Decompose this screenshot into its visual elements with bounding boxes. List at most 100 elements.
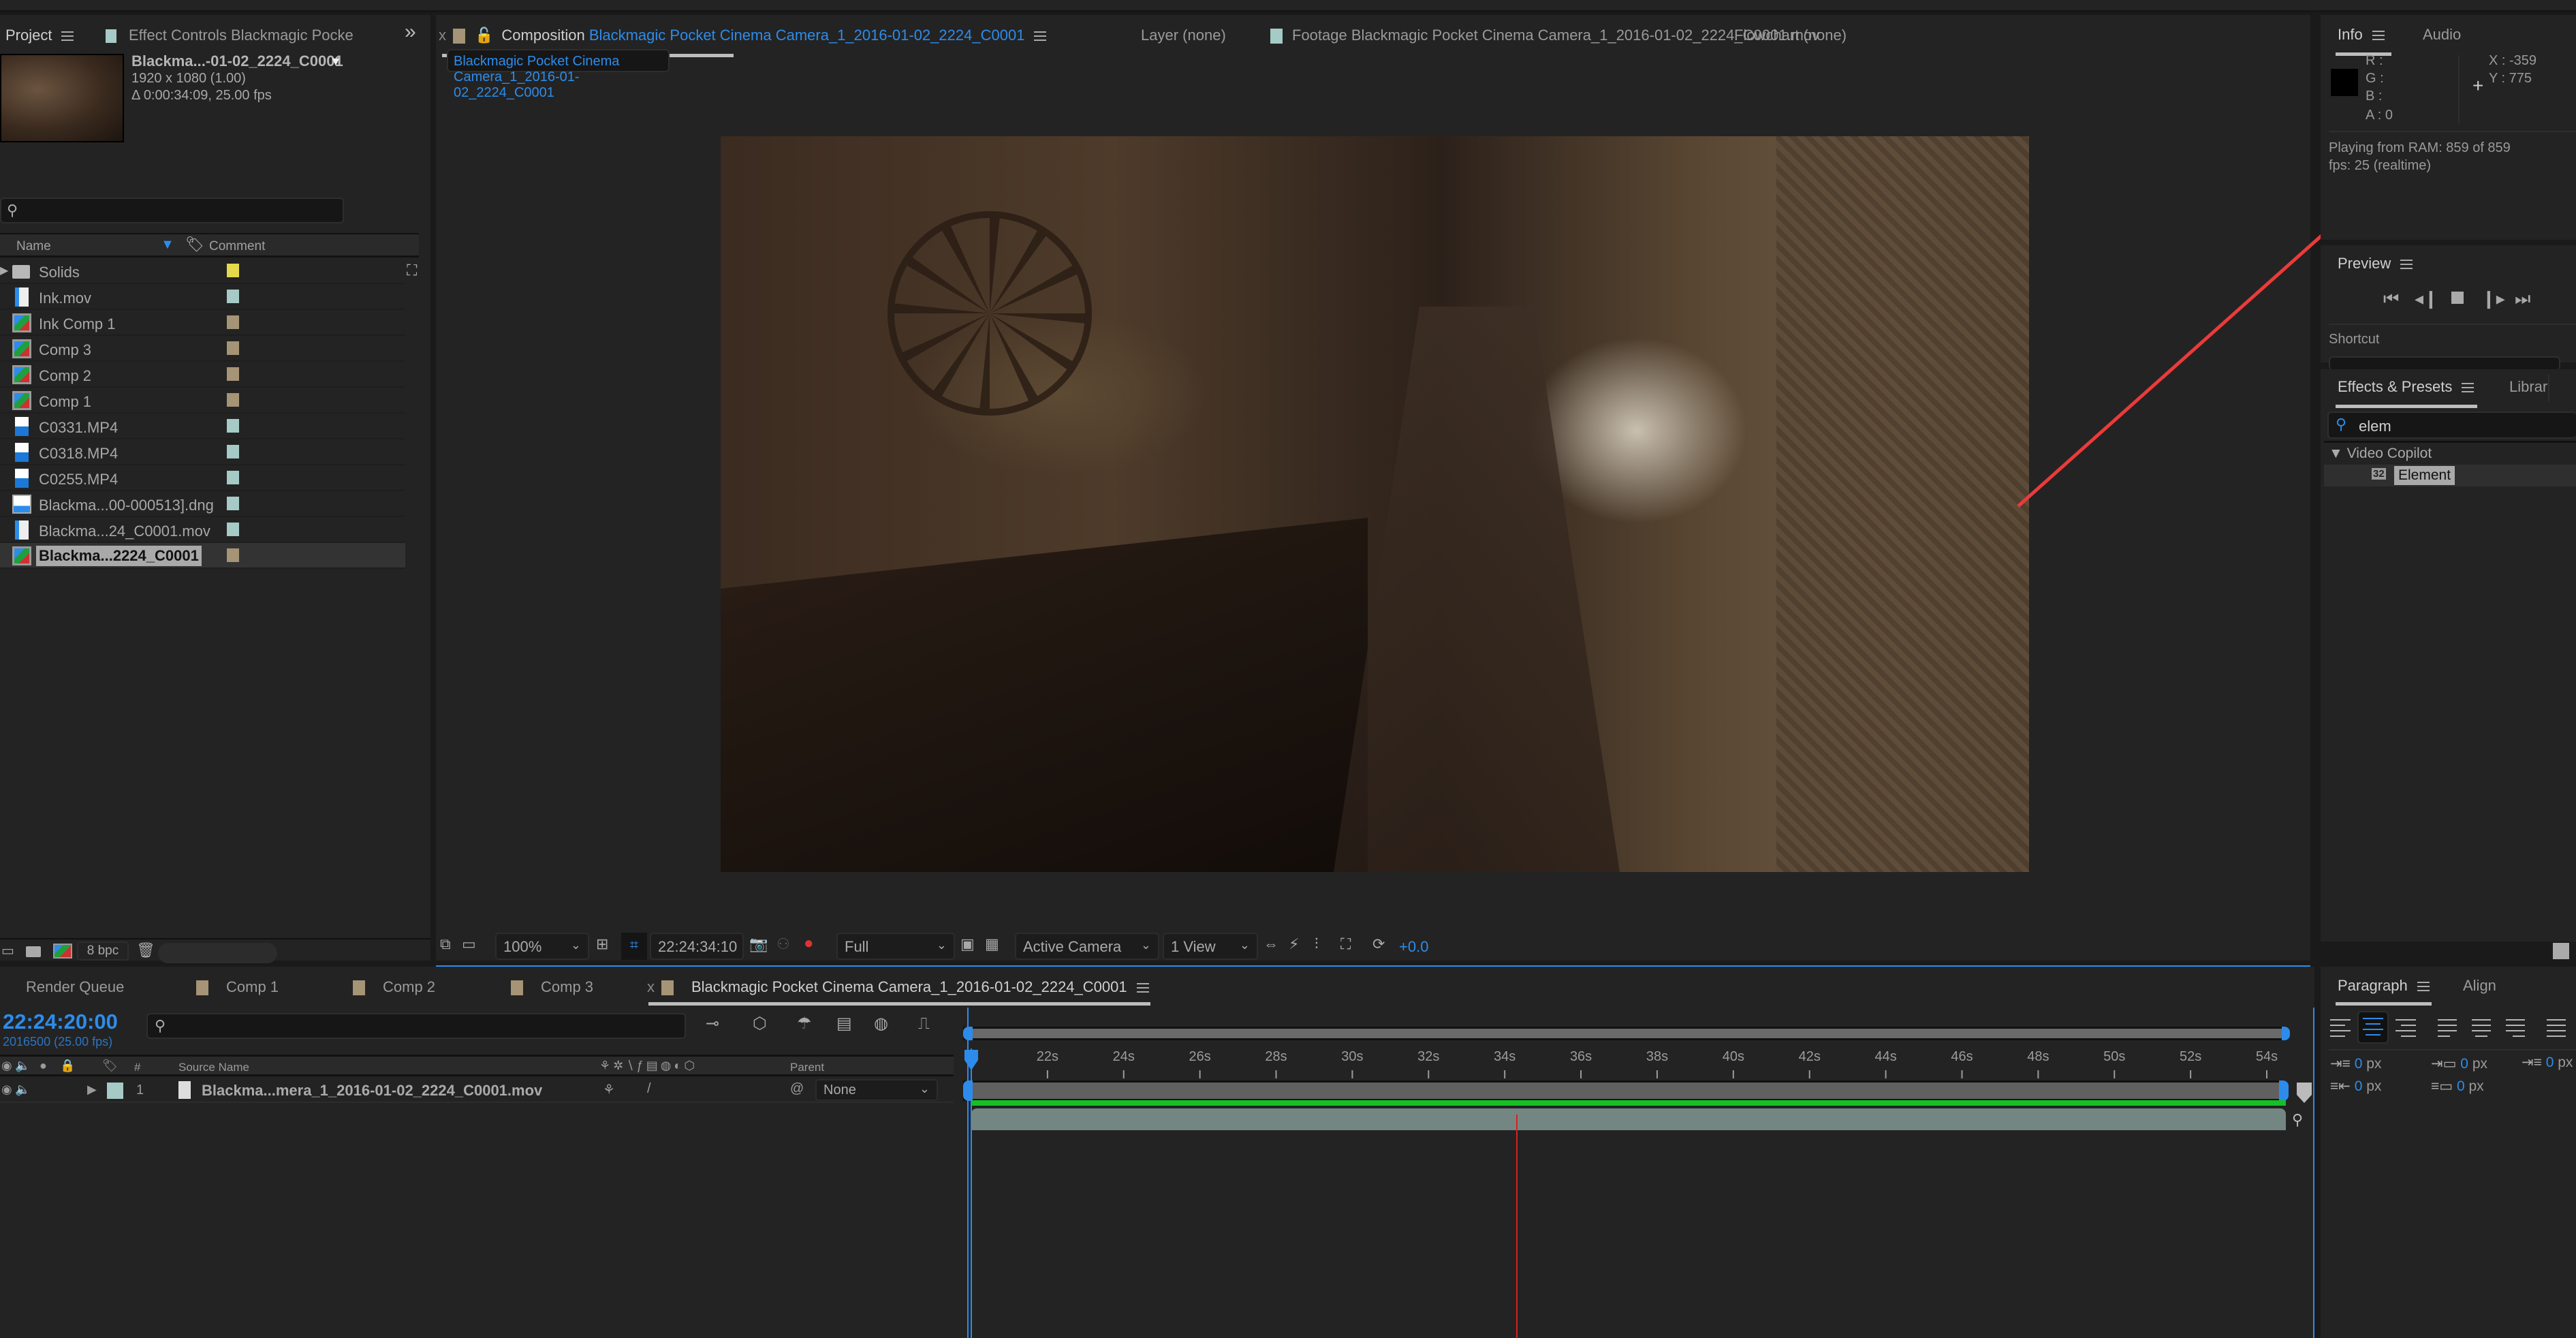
space-after-field[interactable]: ≡▭ 0 px xyxy=(2431,1078,2484,1095)
color-swatch xyxy=(2331,69,2358,96)
next-frame-icon[interactable]: ❙▸ xyxy=(2481,290,2505,307)
indent-first-value[interactable]: 0 xyxy=(2546,1055,2554,1070)
tab-effects-presets-label: Effects & Presets xyxy=(2338,378,2453,395)
layer-duration-bar[interactable] xyxy=(971,1108,2286,1130)
first-frame-icon[interactable]: ⏮ xyxy=(2383,290,2399,307)
timeline-graph-area: 22s 24s 26s 28s 30s 32s 34s 36s 38s 40s 42s 44s 46s 4… xyxy=(960,1008,2314,1338)
navigator-end-handle[interactable] xyxy=(2282,1027,2290,1040)
preview-panel: Preview ⏮ ◂❙ ❙▸ ⏭ Shortcut xyxy=(2321,245,2576,370)
search-icon: ⚲ xyxy=(155,1017,166,1034)
layer-audio-toggle-icon[interactable]: 🔈 xyxy=(15,1083,30,1097)
frame-blending-icon[interactable]: ▤ xyxy=(836,1016,852,1032)
video-toggle-icon[interactable]: ◉ xyxy=(1,1059,12,1073)
tab-effects-presets[interactable]: Effects & Presets xyxy=(2338,378,2475,396)
work-area-bar[interactable] xyxy=(963,1080,2286,1101)
graph-editor-icon[interactable]: ⎍ xyxy=(918,1016,930,1032)
work-area-end-handle[interactable] xyxy=(2279,1080,2289,1101)
comp-marker-bin[interactable] xyxy=(2297,1083,2312,1103)
align-right-button[interactable] xyxy=(2396,1019,2416,1037)
align-center-button[interactable] xyxy=(2357,1011,2389,1044)
current-time-indicator-line[interactable] xyxy=(971,1048,972,1338)
parent-dropdown[interactable]: None ⌄ xyxy=(815,1079,938,1101)
shy-switch-icon[interactable]: ⚘ xyxy=(603,1081,615,1098)
panel-menu-icon[interactable] xyxy=(2400,260,2413,270)
time-ruler[interactable]: 22s 24s 26s 28s 30s 32s 34s 36s 38s 40s 42s 44s 46s 4… xyxy=(960,1040,2314,1081)
tab-info[interactable]: Info xyxy=(2338,26,2385,44)
preview-marker-line xyxy=(1515,1115,1518,1338)
timeline-search-input[interactable]: ⚲ xyxy=(146,1013,686,1039)
solo-toggle-icon[interactable]: ● xyxy=(40,1059,47,1073)
timeline-tab[interactable]: Comp 2 xyxy=(353,978,435,996)
tab-audio[interactable]: Audio xyxy=(2423,26,2461,44)
disclosure-triangle-icon[interactable]: ▼ xyxy=(2329,446,2343,461)
effects-result-row[interactable]: 32 Element xyxy=(2324,465,2576,486)
preview-separator xyxy=(2329,324,2576,325)
indent-first-field[interactable]: ⇥≡ 0 px xyxy=(2522,1054,2573,1071)
ram-cache-bar xyxy=(971,1100,2286,1106)
panel-menu-icon[interactable] xyxy=(1136,983,1149,993)
shortcut-label: Shortcut xyxy=(2329,332,2380,347)
layer-source-name[interactable]: Blackma...mera_1_2016-01-02_2224_C0001.m… xyxy=(202,1082,542,1100)
tab-align[interactable]: Align xyxy=(2463,977,2496,995)
shortcut-dropdown[interactable] xyxy=(2329,356,2560,370)
column-source-name[interactable]: Source Name xyxy=(178,1061,249,1074)
info-r: R : xyxy=(2366,53,2383,68)
indent-left-field[interactable]: ⇥≡ 0 px xyxy=(2330,1055,2381,1072)
justify-last-right-button[interactable] xyxy=(2506,1019,2526,1037)
indent-right-icon: ≡⇤ xyxy=(2330,1078,2351,1094)
layer-video-toggle-icon[interactable]: ◉ xyxy=(1,1083,12,1097)
motion-graph-icon[interactable]: ⚲ xyxy=(2292,1111,2303,1129)
tab-divider xyxy=(2548,375,2549,402)
audio-toggle-icon[interactable]: 🔈 xyxy=(15,1059,30,1073)
timeline-tab[interactable]: Render Queue xyxy=(26,978,124,996)
work-area-navigator[interactable] xyxy=(963,1027,2286,1040)
motion-blur-icon[interactable]: ◍ xyxy=(874,1016,888,1032)
panel-menu-icon[interactable] xyxy=(2372,31,2385,41)
panel-corner-icon[interactable] xyxy=(2553,943,2569,959)
last-frame-icon[interactable]: ⏭ xyxy=(2515,290,2530,307)
info-y: Y : 775 xyxy=(2489,71,2532,86)
space-before-value[interactable]: 0 xyxy=(2460,1056,2468,1072)
composition-mini-flowchart-icon[interactable]: ⊸ xyxy=(706,1016,719,1032)
tab-paragraph-label: Paragraph xyxy=(2338,977,2408,994)
timeline-tab[interactable]: x Blackmagic Pocket Cinema Camera_1_2016-… xyxy=(647,978,1149,996)
current-time-display[interactable]: 22:24:20:00 xyxy=(3,1010,118,1034)
draft-3d-icon[interactable]: ⬡ xyxy=(753,1016,767,1032)
tab-libraries[interactable]: Librar xyxy=(2509,378,2547,396)
timeline-tab-label: Comp 3 xyxy=(541,978,594,995)
unit-label: px xyxy=(2468,1078,2484,1094)
indent-right-field[interactable]: ≡⇤ 0 px xyxy=(2330,1078,2381,1095)
effects-search-input[interactable]: ⚲ elem xyxy=(2327,411,2576,439)
align-left-button[interactable] xyxy=(2330,1019,2351,1037)
label-tag-icon[interactable]: 🏷 xyxy=(102,1059,118,1073)
info-separator xyxy=(2329,131,2576,132)
indent-left-value[interactable]: 0 xyxy=(2355,1056,2363,1072)
layer-expand-icon[interactable]: ▶ xyxy=(87,1083,97,1097)
layer-row[interactable]: ◉ 🔈 ▶ 1 Blackma...mera_1_2016-01-02_2224… xyxy=(0,1078,954,1103)
tab-paragraph[interactable]: Paragraph xyxy=(2338,977,2430,995)
panel-menu-icon[interactable] xyxy=(2417,982,2430,992)
quality-switch-icon[interactable]: / xyxy=(647,1081,651,1097)
timeline-tab[interactable]: Comp 1 xyxy=(196,978,279,996)
justify-last-center-button[interactable] xyxy=(2472,1019,2492,1037)
justify-last-left-button[interactable] xyxy=(2438,1019,2458,1037)
annotation-arrow-line xyxy=(2017,191,2372,508)
parent-pickwhip-icon[interactable]: @ xyxy=(790,1081,804,1097)
stop-icon[interactable] xyxy=(2451,292,2464,304)
justify-all-button[interactable] xyxy=(2547,1019,2567,1037)
timeline-tab[interactable]: Comp 3 xyxy=(511,978,593,996)
ruler-tick-label: 24s xyxy=(1113,1049,1135,1064)
layer-label-color[interactable] xyxy=(107,1083,123,1099)
indent-right-value[interactable]: 0 xyxy=(2355,1078,2363,1094)
effects-category[interactable]: ▼ Video Copilot xyxy=(2329,446,2432,462)
lock-toggle-icon[interactable]: 🔒 xyxy=(60,1059,75,1073)
effect-element[interactable]: Element xyxy=(2394,466,2455,485)
tab-info-label: Info xyxy=(2338,26,2363,43)
shy-layers-icon[interactable]: ☂ xyxy=(797,1016,812,1032)
previous-frame-icon[interactable]: ◂❙ xyxy=(2415,290,2438,307)
space-after-value[interactable]: 0 xyxy=(2457,1078,2465,1094)
navigator-start-handle[interactable] xyxy=(963,1027,973,1040)
panel-menu-icon[interactable] xyxy=(2462,383,2475,393)
close-tab-icon[interactable]: x xyxy=(647,978,655,995)
space-before-field[interactable]: ⇥▭ 0 px xyxy=(2431,1055,2487,1072)
